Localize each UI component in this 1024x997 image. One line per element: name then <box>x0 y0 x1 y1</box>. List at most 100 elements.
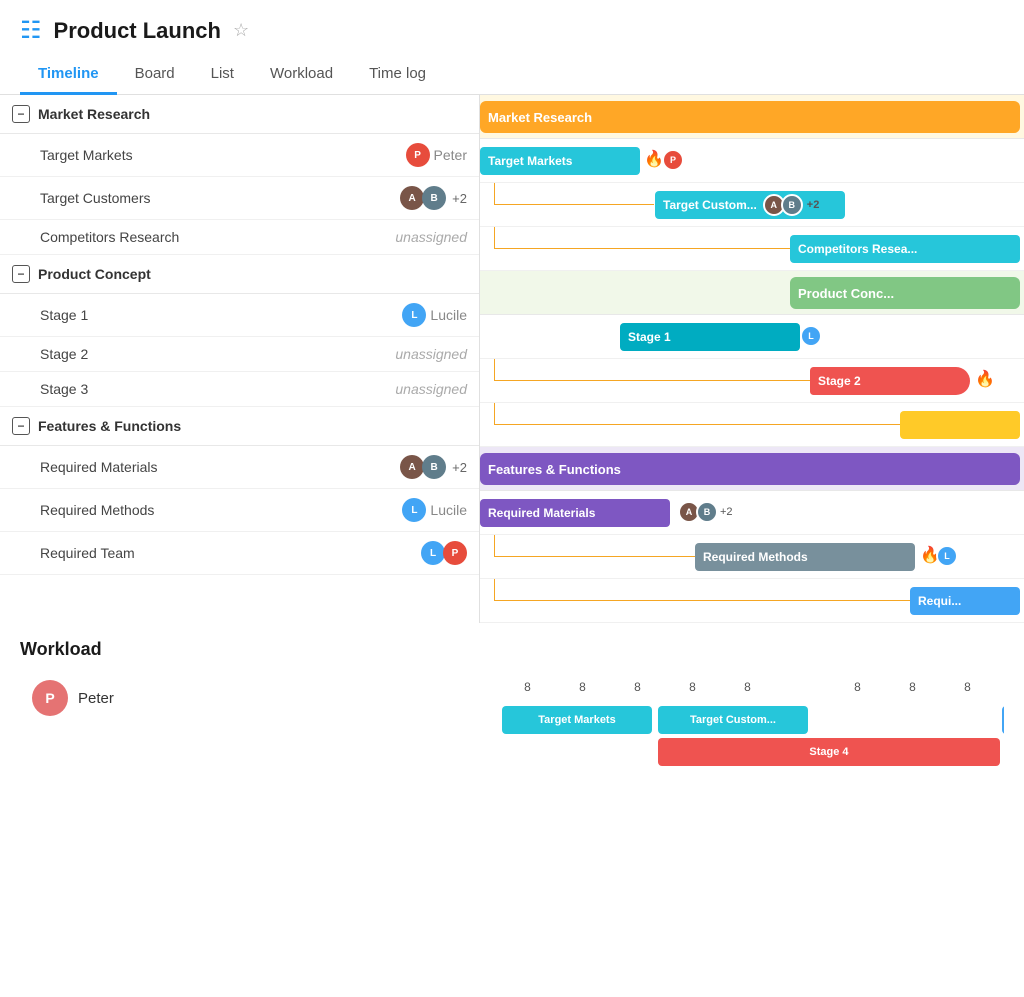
wl-bar-target-customers[interactable]: Target Custom... <box>658 706 808 734</box>
bar-label: Features & Functions <box>488 462 621 477</box>
avatar: B <box>422 455 446 479</box>
task-name: Required Team <box>40 545 421 561</box>
gantt-area: Market Research Target Markets 🔥 P Targe… <box>480 95 1024 623</box>
task-name: Required Methods <box>40 502 402 518</box>
tab-timeline[interactable]: Timeline <box>20 55 117 95</box>
bar-label: Requi... <box>918 594 961 608</box>
task-name: Stage 3 <box>40 381 395 397</box>
wl-bar-stage4[interactable]: Stage 4 <box>658 738 1000 766</box>
workload-chart: 8 8 8 8 8 8 8 8 8 8 Target Markets <box>500 672 1004 792</box>
wl-bar-target-markets[interactable]: Target Markets <box>502 706 652 734</box>
tab-workload[interactable]: Workload <box>252 55 351 95</box>
bar-label: Stage 2 <box>818 374 861 388</box>
nav-tabs: Timeline Board List Workload Time log <box>0 55 1024 95</box>
gantt-bar-stage2[interactable]: Stage 2 <box>810 367 970 395</box>
task-row-stage2: Stage 2 unassigned <box>0 337 479 372</box>
task-row-required-materials: Required Materials A B +2 <box>0 446 479 489</box>
gantt-bar-target-customers[interactable]: Target Custom... A B +2 <box>655 191 845 219</box>
group-label-market-research: Market Research <box>38 106 150 122</box>
gantt-bar-required-methods[interactable]: Required Methods <box>695 543 915 571</box>
bar-avatar: B <box>781 194 803 216</box>
gantt-row-target-markets: Target Markets 🔥 P <box>480 139 1024 183</box>
bar-avatar: L <box>800 325 822 347</box>
gantt-bar-competitors-research[interactable]: Competitors Resea... <box>790 235 1020 263</box>
fire-icon: 🔥 <box>975 369 995 389</box>
assignee-required-team: L P <box>421 541 467 565</box>
gantt-row-competitors-research: Competitors Resea... <box>480 227 1024 271</box>
task-row-required-methods: Required Methods L Lucile <box>0 489 479 532</box>
collapse-market-research[interactable]: − <box>12 105 30 123</box>
wl-num: 8 <box>995 680 1004 694</box>
gantt-group-features-functions: Features & Functions <box>480 447 1024 491</box>
assignee-required-materials: A B +2 <box>400 455 467 479</box>
assignee-target-customers: A B +2 <box>400 186 467 210</box>
avatar: A <box>400 186 424 210</box>
bar-label: Target Custom... <box>663 198 757 212</box>
collapse-product-concept[interactable]: − <box>12 265 30 283</box>
gantt-bar-target-markets[interactable]: Target Markets <box>480 147 640 175</box>
group-header-market-research: − Market Research <box>0 95 479 134</box>
avatar: L <box>402 303 426 327</box>
bar-label: Target Markets <box>488 154 572 168</box>
task-name: Stage 2 <box>40 346 395 362</box>
gantt-row-stage1: Stage 1 L <box>480 315 1024 359</box>
bar-label: Required Methods <box>703 550 808 564</box>
timeline-content: − Market Research Target Markets P Peter… <box>0 95 1024 623</box>
gantt-bar-product-concept[interactable]: Product Conc... <box>790 277 1020 309</box>
avatar: L <box>421 541 445 565</box>
workload-nums: 8 8 8 8 8 8 8 8 8 8 <box>500 672 1004 702</box>
wl-num: 8 <box>885 680 940 694</box>
avatar: L <box>402 498 426 522</box>
wl-num: 8 <box>830 680 885 694</box>
app-header: ☷ Product Launch ☆ <box>0 0 1024 45</box>
group-label-features-functions: Features & Functions <box>38 418 181 434</box>
bar-plus: +2 <box>720 506 733 518</box>
task-row-competitors-research: Competitors Research unassigned <box>0 220 479 255</box>
tab-list[interactable]: List <box>193 55 252 95</box>
task-name: Required Materials <box>40 459 400 475</box>
fire-icon: 🔥 <box>644 149 664 169</box>
task-name: Target Markets <box>40 147 406 163</box>
assignee-target-markets: P Peter <box>406 143 467 167</box>
avatar: P <box>443 541 467 565</box>
gantt-bar-required-team[interactable]: Requi... <box>910 587 1020 615</box>
wl-bar-requir[interactable]: Requir... <box>1002 706 1004 734</box>
assignee-name: Lucile <box>430 307 467 323</box>
workload-section: Workload P Peter 8 8 8 8 8 8 8 8 8 8 <box>0 623 1024 802</box>
star-icon[interactable]: ☆ <box>233 20 249 41</box>
left-panel: − Market Research Target Markets P Peter… <box>0 95 480 623</box>
gantt-group-market-research: Market Research <box>480 95 1024 139</box>
task-row-target-customers: Target Customers A B +2 <box>0 177 479 220</box>
tab-timelog[interactable]: Time log <box>351 55 444 95</box>
gantt-bar-required-materials[interactable]: Required Materials <box>480 499 670 527</box>
bar-label: Competitors Resea... <box>798 242 917 256</box>
task-row-stage1: Stage 1 L Lucile <box>0 294 479 337</box>
workload-title: Workload <box>20 639 1004 660</box>
collapse-features-functions[interactable]: − <box>12 417 30 435</box>
group-label-product-concept: Product Concept <box>38 266 151 282</box>
unassigned-label: unassigned <box>395 381 467 397</box>
bar-label: Stage 1 <box>628 330 671 344</box>
tab-board[interactable]: Board <box>117 55 193 95</box>
wl-num: 8 <box>940 680 995 694</box>
task-row-stage3: Stage 3 unassigned <box>0 372 479 407</box>
workload-bars: Target Markets Target Custom... Requir..… <box>500 702 1004 792</box>
bar-label: Required Materials <box>488 506 595 520</box>
assignee-name: Lucile <box>430 502 467 518</box>
gantt-bar-features-functions[interactable]: Features & Functions <box>480 453 1020 485</box>
group-header-product-concept: − Product Concept <box>0 255 479 294</box>
wl-num: 8 <box>555 680 610 694</box>
task-name: Stage 1 <box>40 307 402 323</box>
gantt-bar-stage3[interactable] <box>900 411 1020 439</box>
gantt-row-required-materials: Required Materials A B +2 <box>480 491 1024 535</box>
task-row-required-team: Required Team L P <box>0 532 479 575</box>
plus-count: +2 <box>452 191 467 206</box>
workload-user-avatar: P <box>32 680 68 716</box>
gantt-row-target-customers: Target Custom... A B +2 <box>480 183 1024 227</box>
gantt-group-product-concept: Product Conc... <box>480 271 1024 315</box>
wl-num: 8 <box>720 680 775 694</box>
gantt-bar-market-research[interactable]: Market Research <box>480 101 1020 133</box>
task-name: Target Customers <box>40 190 400 206</box>
gantt-row-stage3 <box>480 403 1024 447</box>
gantt-bar-stage1[interactable]: Stage 1 <box>620 323 800 351</box>
